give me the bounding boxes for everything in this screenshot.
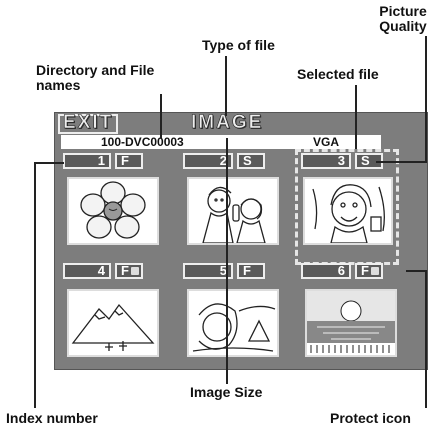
selected-file-pointer [355, 85, 357, 149]
picture-quality-line-1: Picture [379, 3, 427, 19]
index-number-pointer-h [34, 162, 64, 164]
thumbnail-2-couple[interactable] [187, 177, 279, 245]
screen-top-bar: EXIT IMAGE [55, 112, 427, 135]
thumbnail-3-girl[interactable] [303, 177, 393, 245]
thumbnail-6-sunset-sea[interactable] [305, 289, 397, 357]
directory-file-names-pointer [160, 94, 162, 138]
type-of-file-pointer [225, 56, 227, 116]
quality-4: F [115, 263, 143, 279]
index-screen: EXIT IMAGE 100-DVC00003 VGA 1 F 2 S 3 S [54, 112, 428, 370]
file-name-text: 100-DVC00003 [101, 135, 184, 149]
index-number-label: Index number [6, 410, 98, 426]
type-of-file-label: Type of file [202, 37, 275, 53]
file-name-bar: 100-DVC00003 VGA [61, 135, 381, 149]
selected-file-label: Selected file [297, 66, 379, 82]
file-type-text: IMAGE [191, 112, 264, 134]
thumbnail-5-woman-seaside[interactable] [187, 289, 279, 357]
quality-4-text: F [121, 263, 129, 278]
index-number-1: 1 [63, 153, 111, 169]
index-number-pointer-v [34, 162, 36, 408]
image-size-pointer [226, 138, 228, 384]
girl-picture [312, 184, 385, 243]
protect-icon-pointer-v [425, 270, 427, 408]
quality-2: S [237, 153, 265, 169]
quality-1: F [115, 153, 143, 169]
picture-quality-label: Picture Quality [372, 4, 434, 34]
index-number-4: 4 [63, 263, 111, 279]
mountain-picture [71, 303, 155, 351]
index-number-6: 6 [301, 263, 351, 279]
picture-quality-pointer-h [376, 161, 427, 163]
directory-file-names-line-2: names [36, 77, 81, 93]
protect-icon-label: Protect icon [330, 410, 411, 426]
directory-file-names-label: Directory and File names [36, 63, 154, 93]
protect-icon-pointer-h [406, 270, 426, 272]
woman-seaside-picture [192, 303, 276, 352]
flower-picture [80, 181, 146, 239]
sunset-sea-picture [307, 291, 395, 353]
quality-6-text: F [361, 263, 369, 278]
quality-5: F [237, 263, 265, 279]
image-size-text: VGA [313, 135, 340, 149]
couple-picture [202, 186, 266, 243]
directory-file-names-line-1: Directory and File [36, 62, 155, 78]
picture-quality-line-2: Quality [379, 18, 427, 34]
picture-quality-pointer-v [425, 36, 427, 162]
lock-icon [371, 267, 379, 275]
thumbnail-1-flower[interactable] [67, 177, 159, 245]
lock-icon [131, 267, 139, 275]
quality-6: F [355, 263, 383, 279]
image-size-label: Image Size [190, 384, 263, 400]
exit-button[interactable]: EXIT [63, 112, 113, 134]
thumbnail-4-mountain[interactable] [67, 289, 159, 357]
